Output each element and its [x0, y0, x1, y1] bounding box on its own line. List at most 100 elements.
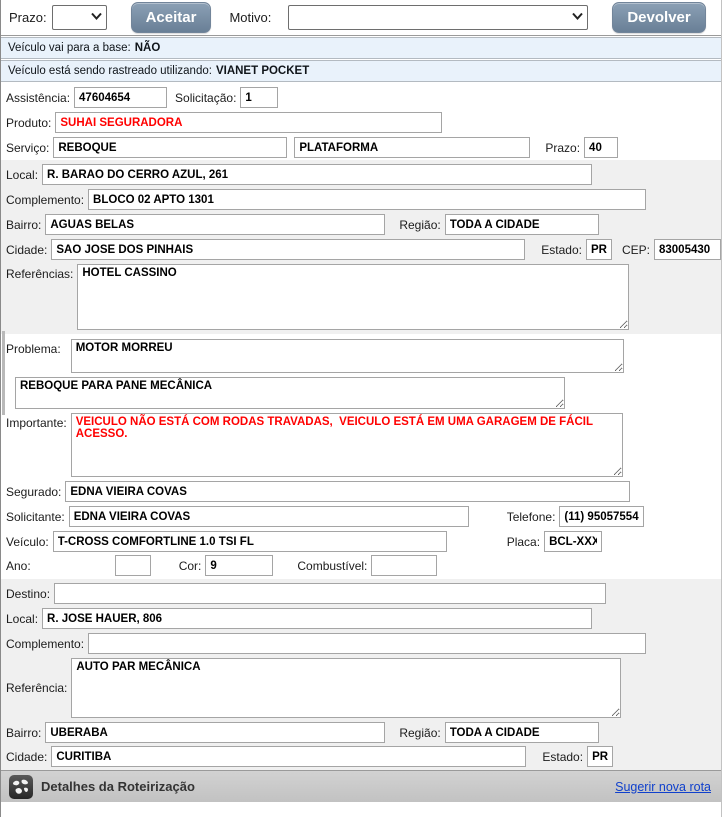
solicitacao-field[interactable]: [240, 87, 278, 108]
origin-referencias-field[interactable]: HOTEL CASSINO: [77, 264, 629, 330]
origin-regiao-field[interactable]: [445, 214, 599, 235]
origin-cidade-field[interactable]: [51, 239, 525, 260]
problema-extra-row: REBOQUE PARA PANE MECÂNICA: [1, 375, 721, 411]
dest-bairro-field[interactable]: [45, 722, 385, 743]
dest-regiao-label: Região:: [399, 726, 440, 740]
solicitante-row: Solicitante: Telefone:: [1, 504, 721, 529]
motivo-select-wrap: [288, 5, 588, 30]
devolver-button[interactable]: Devolver: [612, 2, 705, 33]
dest-bairro-row: Bairro: Região:: [1, 720, 721, 745]
assistencia-row: Assistência: Solicitação:: [1, 85, 721, 110]
veiculo-row: Veículo: Placa:: [1, 529, 721, 554]
origin-complemento-field[interactable]: [88, 189, 646, 210]
cor-label: Cor:: [179, 559, 202, 573]
origin-regiao-label: Região:: [399, 218, 440, 232]
telefone-field[interactable]: [559, 506, 644, 527]
segurado-label: Segurado:: [6, 485, 61, 499]
veiculo-field[interactable]: [53, 531, 447, 552]
dest-local-label: Local:: [6, 612, 38, 626]
problema-label: Problema:: [6, 342, 61, 356]
origin-complemento-label: Complemento:: [6, 193, 84, 207]
assistance-section: Assistência: Solicitação: Produto: Servi…: [1, 82, 721, 160]
details-section: Problema: MOTOR MORREU REBOQUE PARA PANE…: [1, 334, 721, 579]
dispatch-panel: Prazo: Aceitar Motivo: Devolver Veículo …: [0, 0, 722, 817]
origin-complemento-row: Complemento:: [1, 187, 721, 212]
servico-field[interactable]: [53, 137, 287, 158]
problema-field[interactable]: MOTOR MORREU: [71, 339, 624, 373]
assistencia-field[interactable]: [74, 87, 167, 108]
importante-field[interactable]: VEICULO NÃO ESTÁ COM RODAS TRAVADAS, VEI…: [71, 413, 623, 477]
destination-section: Destino: Local: Complemento: Referência:…: [1, 579, 721, 770]
motivo-select[interactable]: [288, 5, 588, 30]
combustivel-label: Combustível:: [297, 559, 367, 573]
ano-label: Ano:: [6, 559, 31, 573]
dest-local-row: Local:: [1, 606, 721, 631]
produto-row: Produto:: [1, 110, 721, 135]
dest-local-field[interactable]: [42, 608, 592, 629]
importante-label: Importante:: [6, 416, 67, 430]
assistencia-label: Assistência:: [6, 91, 70, 105]
origin-local-row: Local:: [1, 162, 721, 187]
suggest-new-route-link[interactable]: Sugerir nova rota: [615, 780, 711, 794]
produto-field[interactable]: [55, 112, 442, 133]
dest-complemento-label: Complemento:: [6, 637, 84, 651]
dest-cidade-label: Cidade:: [6, 750, 47, 764]
placa-label: Placa:: [507, 535, 540, 549]
prazo-select-label: Prazo:: [9, 10, 47, 25]
origin-bairro-field[interactable]: [45, 214, 385, 235]
solicitacao-label: Solicitação:: [175, 91, 236, 105]
origin-cidade-row: Cidade: Estado: CEP:: [1, 237, 721, 262]
splitter-handle[interactable]: [2, 331, 5, 415]
ano-field[interactable]: [115, 555, 151, 576]
problema-extra-field[interactable]: REBOQUE PARA PANE MECÂNICA: [15, 377, 565, 409]
dest-estado-field[interactable]: [587, 746, 613, 767]
origin-cep-field[interactable]: [654, 239, 721, 260]
origin-local-field[interactable]: [42, 164, 592, 185]
aceitar-button[interactable]: Aceitar: [131, 2, 212, 33]
solicitante-field[interactable]: [69, 506, 469, 527]
dest-cidade-field[interactable]: [51, 746, 526, 767]
prazo-label: Prazo:: [545, 141, 580, 155]
importante-row: Importante: VEICULO NÃO ESTÁ COM RODAS T…: [1, 411, 721, 479]
combustivel-field[interactable]: [371, 555, 437, 576]
dest-regiao-field[interactable]: [445, 722, 599, 743]
servico-label: Serviço:: [6, 141, 49, 155]
prazo-select[interactable]: [52, 5, 107, 30]
segurado-field[interactable]: [65, 481, 630, 502]
routing-footer-bar: Detalhes da Roteirização Sugerir nova ro…: [1, 770, 721, 802]
telefone-label: Telefone:: [507, 510, 556, 524]
problema-row: Problema: MOTOR MORREU: [1, 337, 721, 375]
prazo-select-wrap: [52, 5, 107, 30]
destino-label: Destino:: [6, 587, 50, 601]
base-status-value: NÃO: [135, 42, 161, 54]
dest-cidade-row: Cidade: Estado:: [1, 745, 721, 770]
servico-tipo-field[interactable]: [294, 137, 530, 158]
globe-icon: [9, 775, 33, 799]
base-status-label: Veículo vai para a base:: [8, 42, 131, 54]
placa-field[interactable]: [544, 531, 602, 552]
origin-referencias-row: Referências: HOTEL CASSINO: [1, 262, 721, 334]
routing-details-title: Detalhes da Roteirização: [41, 779, 195, 794]
veiculo-label: Veículo:: [6, 535, 49, 549]
dest-referencia-field[interactable]: AUTO PAR MECÂNICA: [71, 658, 621, 718]
dest-complemento-field[interactable]: [88, 633, 646, 654]
origin-estado-label: Estado:: [541, 243, 582, 257]
tracking-status-bar: Veículo está sendo rastreado utilizando:…: [1, 60, 721, 82]
solicitante-label: Solicitante:: [6, 510, 65, 524]
toolbar: Prazo: Aceitar Motivo: Devolver: [1, 0, 721, 36]
destino-row: Destino:: [1, 581, 721, 606]
origin-bairro-row: Bairro: Região:: [1, 212, 721, 237]
dest-referencia-row: Referência: AUTO PAR MECÂNICA: [1, 656, 721, 720]
prazo-field[interactable]: [584, 137, 618, 158]
origin-bairro-label: Bairro:: [6, 218, 41, 232]
origin-cidade-label: Cidade:: [6, 243, 47, 257]
dest-complemento-row: Complemento:: [1, 631, 721, 656]
cor-field[interactable]: [205, 555, 273, 576]
origin-estado-field[interactable]: [586, 239, 612, 260]
origin-local-label: Local:: [6, 168, 38, 182]
tracking-status-value: VIANET POCKET: [216, 65, 309, 77]
base-status-bar: Veículo vai para a base: NÃO: [1, 37, 721, 59]
dest-referencia-label: Referência:: [6, 681, 67, 695]
destino-field[interactable]: [54, 583, 606, 604]
motivo-select-label: Motivo:: [229, 10, 271, 25]
